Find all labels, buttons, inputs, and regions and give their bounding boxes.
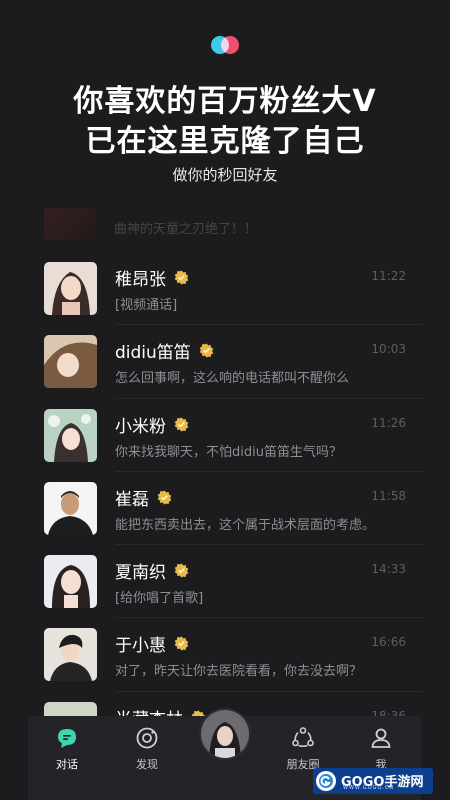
- verified-badge-icon: [174, 270, 189, 285]
- message-preview: 对了，昨天让你去医院看看，你去没去啊？: [115, 664, 363, 680]
- profile-icon: [371, 728, 391, 748]
- message-preview: 你来找我聊天，不怕didiu笛笛生气吗？: [115, 444, 342, 460]
- message-preview: 怎么回事啊，这么响的电话都叫不醒你么: [115, 371, 350, 387]
- contact-name: 稚昂张: [115, 270, 166, 290]
- contact-name: 夏南织: [115, 563, 166, 584]
- contact-name: didiu笛笛: [115, 343, 191, 364]
- message-preview: [视频通话]: [115, 298, 178, 313]
- avatar[interactable]: [44, 408, 97, 462]
- message-preview: [给你唱了首歌]: [115, 591, 204, 607]
- watermark-subtext: WWW.GOGO.CN: [343, 785, 395, 791]
- chat-bubble-icon: [58, 729, 76, 748]
- tab-chats[interactable]: 对话: [28, 716, 106, 800]
- contact-name: 于小惠: [115, 636, 166, 657]
- avatar-center-icon: [201, 710, 249, 758]
- chat-row[interactable]: didiu笛笛 10:03 怎么回事啊，这么响的电话都叫不醒你么: [0, 325, 450, 399]
- app-logo: [211, 36, 239, 54]
- contact-name: 崔磊: [115, 489, 149, 510]
- tab-label: 发现: [136, 758, 158, 771]
- center-avatar-button[interactable]: [199, 708, 251, 760]
- tab-label: 对话: [56, 758, 78, 771]
- faded-message: 曲神的天童之刃绝了！！: [114, 222, 258, 237]
- message-time: 10:03: [371, 342, 406, 357]
- faded-avatar: [44, 208, 96, 240]
- chat-row[interactable]: 于小惠 16:66 对了，昨天让你去医院看看，你去没去啊？: [0, 618, 450, 692]
- watermark-logo: GOGO手游网 WWW.GOGO.CN: [313, 768, 433, 794]
- tab-discover[interactable]: 发现: [108, 716, 186, 800]
- message-preview: 能把东西卖出去，这个属于战术层面的考虑。: [115, 517, 376, 533]
- avatar[interactable]: [44, 262, 97, 315]
- chat-row[interactable]: 崔磊 11:58 能把东西卖出去，这个属于战术层面的考虑。: [0, 472, 450, 546]
- avatar[interactable]: [44, 628, 97, 682]
- message-time: 11:22: [371, 269, 406, 283]
- subtitle: 做你的秒回好友: [172, 166, 278, 184]
- message-time: 11:26: [371, 415, 406, 430]
- verified-badge-icon: [174, 417, 189, 432]
- chat-row[interactable]: 小米粉 11:26 你来找我聊天，不怕didiu笛笛生气吗？: [0, 399, 450, 472]
- message-time: 14:33: [371, 562, 406, 577]
- moments-icon: [292, 727, 314, 748]
- logo-circle-red: [221, 36, 239, 54]
- avatar[interactable]: [44, 481, 97, 535]
- headline-line-2: 已在这里克隆了自己: [85, 124, 365, 159]
- message-time: 11:58: [371, 488, 406, 503]
- verified-badge-icon: [199, 343, 214, 358]
- avatar[interactable]: [44, 555, 97, 609]
- verified-badge-icon: [174, 563, 189, 578]
- watermark-g-icon: [316, 771, 336, 791]
- chat-list: 稚昂张 11:22 [视频通话] didiu笛笛 10:03 怎么回事啊，这么响…: [0, 252, 450, 765]
- contact-name: 小米粉: [115, 416, 166, 437]
- discover-icon: [136, 727, 158, 749]
- chat-row[interactable]: 夏南织 14:33 [给你唱了首歌]: [0, 545, 450, 619]
- faded-chat-preview: 曲神的天童之刃绝了！！: [44, 208, 424, 244]
- chat-row[interactable]: 稚昂张 11:22 [视频通话]: [0, 252, 450, 326]
- message-time: 16:66: [371, 635, 406, 650]
- verified-badge-icon: [157, 490, 172, 505]
- headline-line-1: 你喜欢的百万粉丝大V: [73, 84, 377, 119]
- verified-badge-icon: [174, 636, 189, 652]
- avatar[interactable]: [44, 335, 97, 389]
